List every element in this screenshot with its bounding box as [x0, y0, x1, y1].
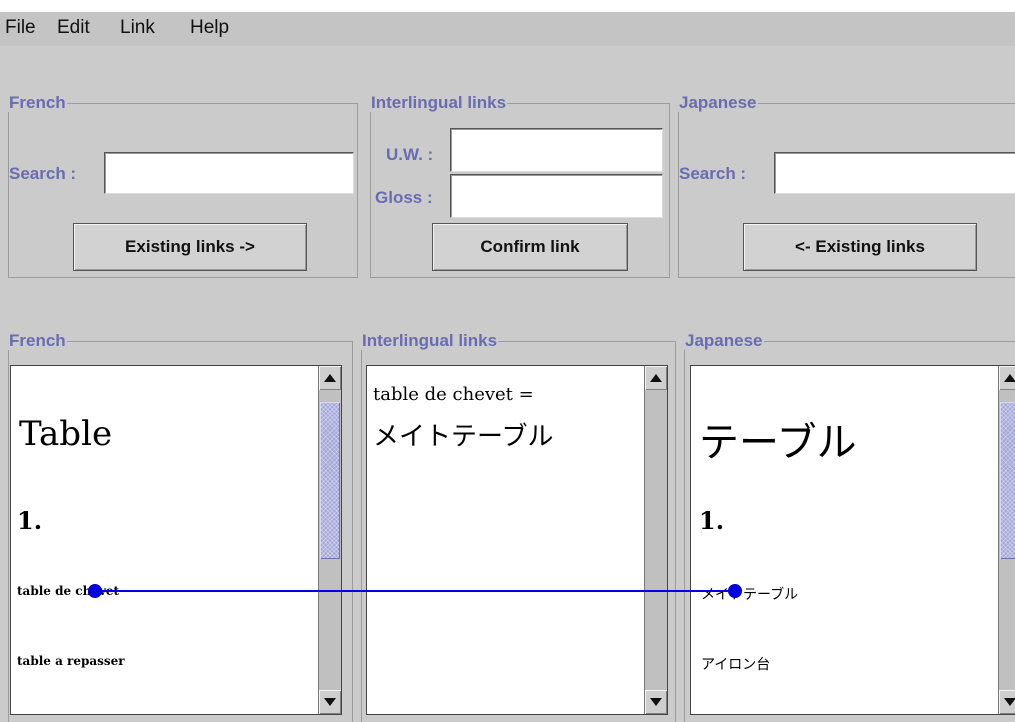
link-overlay — [88, 584, 742, 598]
link-endpoint-japanese[interactable] — [728, 584, 742, 598]
link-endpoint-french[interactable] — [88, 584, 102, 598]
